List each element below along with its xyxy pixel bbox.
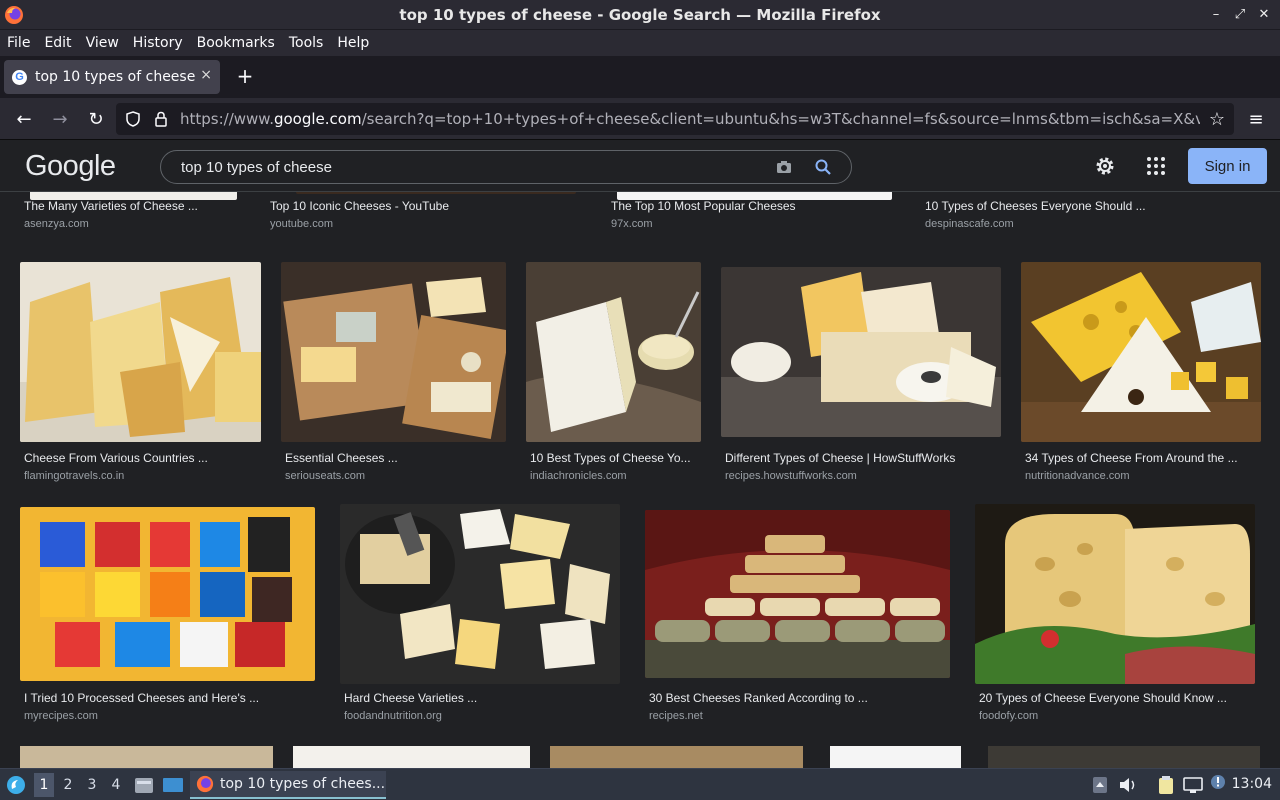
volume-icon[interactable] bbox=[1118, 776, 1138, 794]
result-title[interactable]: 20 Types of Cheese Everyone Should Know … bbox=[979, 691, 1227, 705]
search-box[interactable] bbox=[160, 150, 852, 184]
google-logo[interactable]: Google bbox=[25, 150, 116, 183]
close-icon[interactable]: ✕ bbox=[1256, 6, 1272, 22]
menu-file[interactable]: File bbox=[7, 35, 30, 51]
result-source[interactable]: foodandnutrition.org bbox=[344, 710, 442, 722]
result-source[interactable]: 97x.com bbox=[611, 218, 653, 230]
firefox-icon bbox=[196, 775, 214, 793]
menu-edit[interactable]: Edit bbox=[44, 35, 71, 51]
result-source[interactable]: foodofy.com bbox=[979, 710, 1038, 722]
result-title[interactable]: 10 Types of Cheeses Everyone Should ... bbox=[925, 199, 1146, 213]
result-source[interactable]: flamingotravels.co.in bbox=[24, 470, 124, 482]
image-results-grid: The Many Varieties of Cheese ... asenzya… bbox=[0, 192, 1280, 768]
taskbar-firefox-task[interactable]: top 10 types of chees... bbox=[190, 771, 386, 799]
url-text[interactable]: https://www.google.com/search?q=top+10+t… bbox=[180, 110, 1200, 128]
workspace-3[interactable]: 3 bbox=[82, 773, 102, 797]
menu-view[interactable]: View bbox=[86, 35, 119, 51]
google-header: Google bbox=[0, 140, 1280, 192]
result-title[interactable]: Different Types of Cheese | HowStuffWork… bbox=[725, 451, 955, 465]
new-tab-button[interactable]: + bbox=[234, 65, 256, 87]
result-thumbnail[interactable] bbox=[645, 510, 950, 678]
minimize-icon[interactable]: – bbox=[1208, 6, 1224, 22]
result-source[interactable]: recipes.net bbox=[649, 710, 703, 722]
start-menu-icon[interactable] bbox=[6, 775, 26, 795]
notification-icon[interactable] bbox=[1210, 774, 1226, 790]
window-title: top 10 types of cheese - Google Search —… bbox=[399, 6, 881, 24]
result-title[interactable]: 30 Best Cheeses Ranked According to ... bbox=[649, 691, 868, 705]
maximize-icon[interactable]: ⤢ bbox=[1232, 6, 1248, 22]
result-thumbnail[interactable] bbox=[20, 262, 261, 442]
camera-icon[interactable] bbox=[775, 158, 793, 176]
search-input[interactable] bbox=[181, 157, 761, 177]
forward-icon[interactable]: → bbox=[48, 107, 72, 131]
shield-icon[interactable] bbox=[124, 110, 142, 128]
result-thumbnail[interactable] bbox=[20, 746, 273, 768]
result-title[interactable]: Top 10 Iconic Cheeses - YouTube bbox=[270, 199, 449, 213]
desktop-icon[interactable] bbox=[162, 776, 184, 794]
sign-in-button[interactable]: Sign in bbox=[1188, 148, 1267, 184]
google-favicon-icon: G bbox=[12, 69, 27, 85]
result-title[interactable]: 10 Best Types of Cheese Yo... bbox=[530, 451, 691, 465]
result-thumbnail[interactable] bbox=[526, 262, 701, 442]
reload-icon[interactable]: ↻ bbox=[84, 107, 108, 131]
menu-history[interactable]: History bbox=[133, 35, 183, 51]
network-icon[interactable] bbox=[1182, 775, 1204, 795]
settings-gear-icon[interactable] bbox=[1094, 155, 1116, 177]
file-manager-icon[interactable] bbox=[134, 776, 154, 794]
clipboard-icon[interactable] bbox=[1156, 775, 1176, 795]
result-source[interactable]: despinascafe.com bbox=[925, 218, 1014, 230]
tab-google-search[interactable]: G top 10 types of cheese - × bbox=[4, 60, 220, 94]
result-source[interactable]: seriouseats.com bbox=[285, 470, 365, 482]
result-thumbnail[interactable] bbox=[721, 267, 1001, 437]
result-thumbnail[interactable] bbox=[550, 746, 803, 768]
result-source[interactable]: nutritionadvance.com bbox=[1025, 470, 1130, 482]
result-title[interactable]: Cheese From Various Countries ... bbox=[24, 451, 208, 465]
taskbar-clock[interactable]: 13:04 bbox=[1232, 776, 1272, 792]
result-source[interactable]: indiachronicles.com bbox=[530, 470, 627, 482]
result-thumbnail[interactable] bbox=[20, 507, 315, 681]
tab-strip: G top 10 types of cheese - × + bbox=[0, 56, 1280, 98]
result-thumbnail[interactable] bbox=[988, 746, 1260, 768]
result-source[interactable]: myrecipes.com bbox=[24, 710, 98, 722]
result-thumbnail[interactable] bbox=[975, 504, 1255, 684]
result-thumbnail[interactable] bbox=[296, 192, 576, 194]
result-source[interactable]: asenzya.com bbox=[24, 218, 89, 230]
taskbar: 1 2 3 4 top 10 types of chees... 13:04 bbox=[0, 768, 1280, 800]
result-thumbnail[interactable] bbox=[281, 262, 506, 442]
bookmark-star-icon[interactable]: ☆ bbox=[1205, 107, 1229, 131]
tab-close-icon[interactable]: × bbox=[200, 67, 212, 83]
result-source[interactable]: recipes.howstuffworks.com bbox=[725, 470, 857, 482]
tab-label: top 10 types of cheese - bbox=[35, 69, 195, 85]
google-apps-icon[interactable] bbox=[1146, 156, 1166, 176]
navigation-bar: ← → ↻ https://www.google.com/search?q=to… bbox=[0, 98, 1280, 140]
result-thumbnail[interactable] bbox=[293, 746, 530, 768]
result-source[interactable]: youtube.com bbox=[270, 218, 333, 230]
menu-bookmarks[interactable]: Bookmarks bbox=[197, 35, 275, 51]
hamburger-menu-icon[interactable]: ≡ bbox=[1244, 107, 1268, 131]
menu-help[interactable]: Help bbox=[337, 35, 369, 51]
menu-tools[interactable]: Tools bbox=[289, 35, 324, 51]
workspace-2[interactable]: 2 bbox=[58, 773, 78, 797]
workspace-1[interactable]: 1 bbox=[34, 773, 54, 797]
result-title[interactable]: Hard Cheese Varieties ... bbox=[344, 691, 477, 705]
taskbar-task-label: top 10 types of chees... bbox=[220, 776, 386, 792]
result-title[interactable]: The Many Varieties of Cheese ... bbox=[24, 199, 198, 213]
lock-icon[interactable] bbox=[152, 110, 170, 128]
result-title[interactable]: The Top 10 Most Popular Cheeses bbox=[611, 199, 796, 213]
search-icon[interactable] bbox=[814, 158, 832, 176]
url-bar[interactable]: https://www.google.com/search?q=top+10+t… bbox=[116, 103, 1234, 135]
workspace-4[interactable]: 4 bbox=[106, 773, 126, 797]
result-thumbnail[interactable] bbox=[830, 746, 961, 768]
back-icon[interactable]: ← bbox=[12, 107, 36, 131]
window-titlebar: top 10 types of cheese - Google Search —… bbox=[0, 0, 1280, 30]
result-title[interactable]: 34 Types of Cheese From Around the ... bbox=[1025, 451, 1238, 465]
result-thumbnail[interactable] bbox=[340, 504, 620, 684]
menu-bar: File Edit View History Bookmarks Tools H… bbox=[0, 30, 1280, 56]
result-title[interactable]: I Tried 10 Processed Cheeses and Here's … bbox=[24, 691, 259, 705]
result-thumbnail[interactable] bbox=[1021, 262, 1261, 442]
result-title[interactable]: Essential Cheeses ... bbox=[285, 451, 398, 465]
tray-up-icon[interactable] bbox=[1092, 776, 1108, 794]
